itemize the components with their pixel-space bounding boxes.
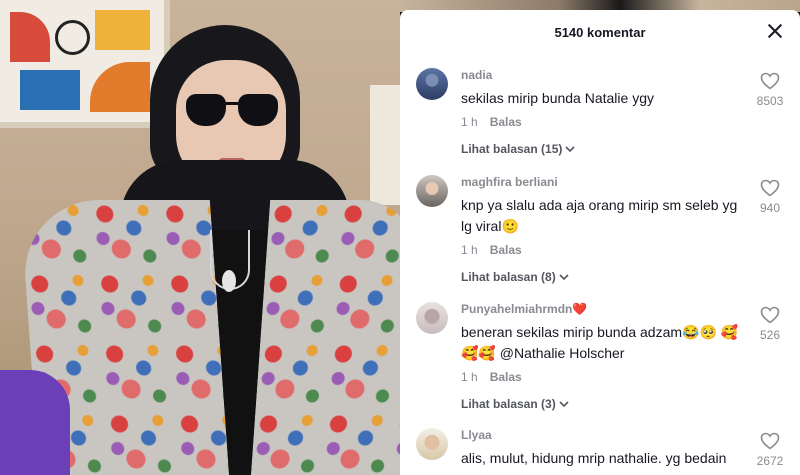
comment-username[interactable]: maghfira berliani: [461, 175, 741, 189]
avatar[interactable]: [416, 302, 448, 334]
comments-panel: 5140 komentar nadia sekilas mirip bunda …: [400, 0, 800, 475]
comment-text: knp ya slalu ada aja orang mirip sm sele…: [461, 197, 738, 234]
like-count: 526: [759, 328, 781, 342]
comment-time: 1 h: [461, 370, 478, 384]
like-button[interactable]: 8503: [750, 72, 790, 108]
video-player[interactable]: [0, 0, 400, 475]
chevron-down-icon: [558, 398, 570, 410]
reply-button[interactable]: Balas: [490, 243, 522, 257]
comment-username[interactable]: Punyahelmiahrmdn❤️: [461, 302, 741, 316]
comment-text: alis, mulut, hidung mrip nathalie. yg be…: [461, 450, 727, 466]
avatar[interactable]: [416, 68, 448, 100]
pendant: [222, 270, 236, 292]
close-icon[interactable]: [766, 22, 784, 40]
comment-time: 1 h: [461, 243, 478, 257]
comments-header: 5140 komentar: [400, 10, 800, 54]
wall-painting: [0, 0, 170, 128]
comment-meta: 1 h Balas: [461, 370, 741, 384]
comment-text: beneran sekilas mirip bunda adzam😂🥺 🥰🥰🥰 …: [461, 324, 739, 361]
reply-button[interactable]: Balas: [490, 370, 522, 384]
comment-time: 1 h: [461, 115, 478, 129]
comment-meta: 1 h Balas: [461, 115, 741, 129]
comments-sheet: 5140 komentar nadia sekilas mirip bunda …: [400, 10, 800, 475]
reply-button[interactable]: Balas: [490, 115, 522, 129]
chevron-down-icon: [564, 143, 576, 155]
comment-username[interactable]: Llyaa: [461, 428, 741, 442]
like-button[interactable]: 940: [750, 179, 790, 215]
like-count: 940: [759, 201, 781, 215]
like-button[interactable]: 2672: [750, 432, 790, 468]
view-replies-button[interactable]: Lihat balasan (3): [461, 397, 741, 411]
avatar[interactable]: [416, 428, 448, 460]
view-replies-button[interactable]: Lihat balasan (8): [461, 270, 741, 284]
comment-username[interactable]: nadia: [461, 68, 741, 82]
heart-icon: [750, 306, 790, 324]
heart-icon: [750, 72, 790, 90]
view-replies-button[interactable]: Lihat balasan (15): [461, 142, 741, 156]
like-count: 8503: [756, 94, 784, 108]
comment-meta: 1 h Balas: [461, 243, 741, 257]
comment-text: sekilas mirip bunda Natalie ygy: [461, 90, 654, 106]
avatar[interactable]: [416, 175, 448, 207]
floral-cardigan-right: [249, 200, 400, 475]
heart-icon: [750, 179, 790, 197]
lamp: [370, 85, 400, 205]
heart-icon: [750, 432, 790, 450]
like-button[interactable]: 526: [750, 306, 790, 342]
view-replies-label: Lihat balasan (3): [461, 397, 556, 411]
sunglasses: [186, 94, 278, 126]
like-count: 2672: [756, 454, 784, 468]
comment-count-title: 5140 komentar: [554, 24, 646, 40]
view-replies-label: Lihat balasan (15): [461, 142, 563, 156]
purple-cloth: [0, 370, 70, 475]
chevron-down-icon: [558, 271, 570, 283]
view-replies-label: Lihat balasan (8): [461, 270, 556, 284]
